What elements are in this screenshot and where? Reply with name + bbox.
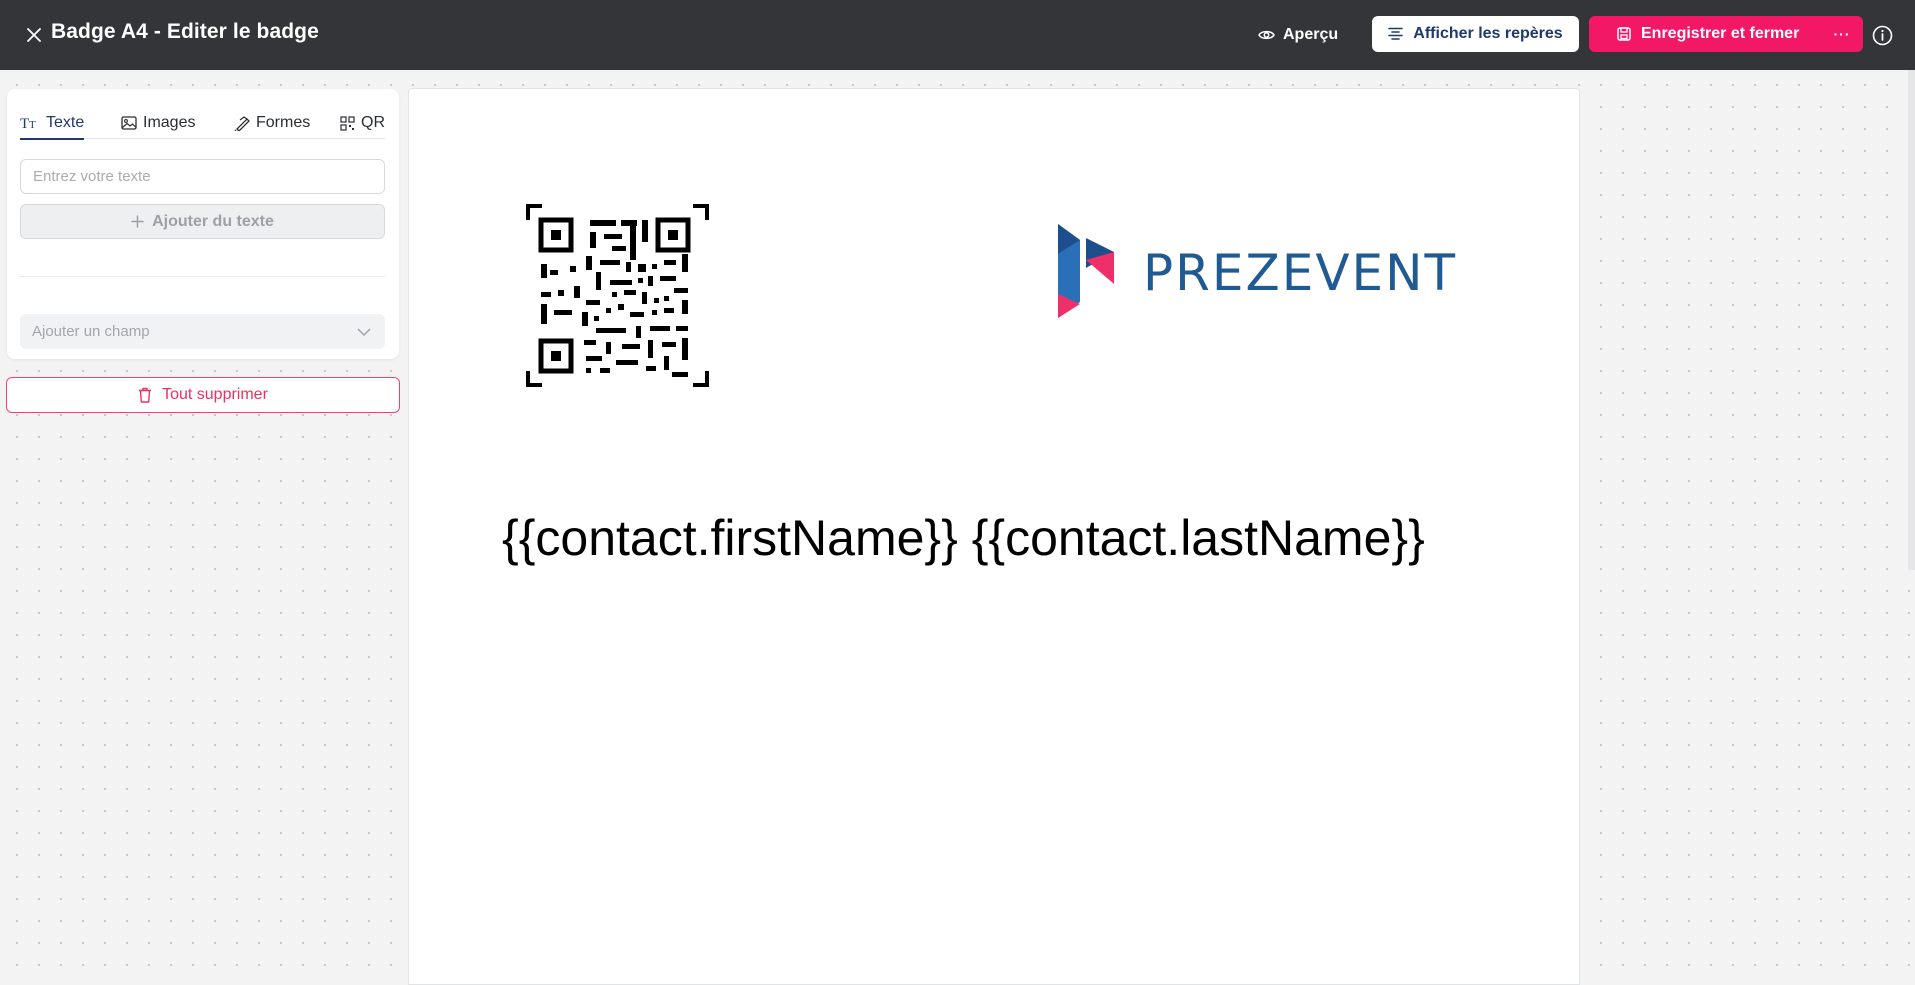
- prezevent-logo[interactable]: PREZEVENT: [1058, 224, 1455, 319]
- contact-name-text[interactable]: {{contact.firstName}} {{contact.lastName…: [409, 509, 1569, 567]
- qr-code-image: [526, 204, 709, 387]
- qr-code-element[interactable]: [526, 204, 709, 387]
- show-guides-button[interactable]: Afficher les repères: [1372, 16, 1579, 52]
- text-input[interactable]: [20, 159, 385, 194]
- preview-label: Aperçu: [1283, 26, 1339, 43]
- image-icon: [121, 116, 137, 130]
- prezevent-logo-mark: [1058, 224, 1114, 318]
- info-icon: [1872, 25, 1892, 45]
- guides-icon: [1388, 27, 1404, 40]
- close-icon: [27, 28, 41, 42]
- delete-all-button[interactable]: Tout supprimer: [6, 377, 400, 413]
- add-field-placeholder: Ajouter un champ: [32, 323, 150, 340]
- tab-images[interactable]: Images: [121, 107, 195, 139]
- tab-images-label: Images: [143, 114, 196, 131]
- show-guides-label: Afficher les repères: [1413, 25, 1563, 42]
- save-and-close-button[interactable]: Enregistrer et fermer ···: [1589, 16, 1863, 52]
- info-button[interactable]: [1870, 23, 1894, 47]
- preview-button[interactable]: Aperçu: [1258, 20, 1338, 50]
- delete-all-label: Tout supprimer: [162, 386, 268, 403]
- tab-texte[interactable]: T T Texte: [20, 107, 85, 140]
- top-bar: Badge A4 - Editer le badge Aperçu Affich…: [0, 0, 1915, 70]
- qr-icon: [340, 115, 355, 131]
- save-icon: [1617, 27, 1631, 41]
- add-text-button[interactable]: Ajouter du texte: [20, 204, 385, 239]
- badge-canvas[interactable]: PREZEVENT {{contact.firstName}} {{contac…: [408, 88, 1580, 985]
- trash-icon: [139, 387, 152, 403]
- svg-text:T: T: [29, 119, 36, 130]
- page-title: Badge A4 - Editer le badge: [51, 20, 319, 43]
- eye-icon: [1258, 30, 1275, 40]
- page-scrollbar[interactable]: [1908, 70, 1915, 570]
- panel-divider: [20, 276, 385, 277]
- tab-texte-label: Texte: [46, 114, 85, 131]
- plus-icon: [131, 215, 144, 228]
- tab-qr[interactable]: QR: [340, 107, 385, 139]
- add-text-label: Ajouter du texte: [152, 212, 274, 230]
- tools-tabs: T T Texte Images Formes QR: [20, 107, 385, 140]
- add-field-select[interactable]: Ajouter un champ: [20, 314, 385, 349]
- more-options-button[interactable]: ···: [1821, 16, 1863, 52]
- close-button[interactable]: [22, 23, 46, 47]
- tab-qr-label: QR: [361, 114, 385, 131]
- save-and-close-main[interactable]: Enregistrer et fermer: [1589, 16, 1821, 52]
- tab-formes-label: Formes: [256, 114, 311, 131]
- svg-text:T: T: [20, 116, 29, 130]
- tab-formes[interactable]: Formes: [234, 107, 310, 139]
- tools-panel: T T Texte Images Formes QR Entrez votre …: [7, 89, 399, 359]
- shapes-icon: [234, 115, 250, 131]
- chevron-down-icon: [357, 327, 371, 336]
- save-and-close-label: Enregistrer et fermer: [1641, 25, 1800, 42]
- prezevent-logo-text: PREZEVENT: [1143, 244, 1458, 302]
- text-icon: T T: [20, 116, 36, 130]
